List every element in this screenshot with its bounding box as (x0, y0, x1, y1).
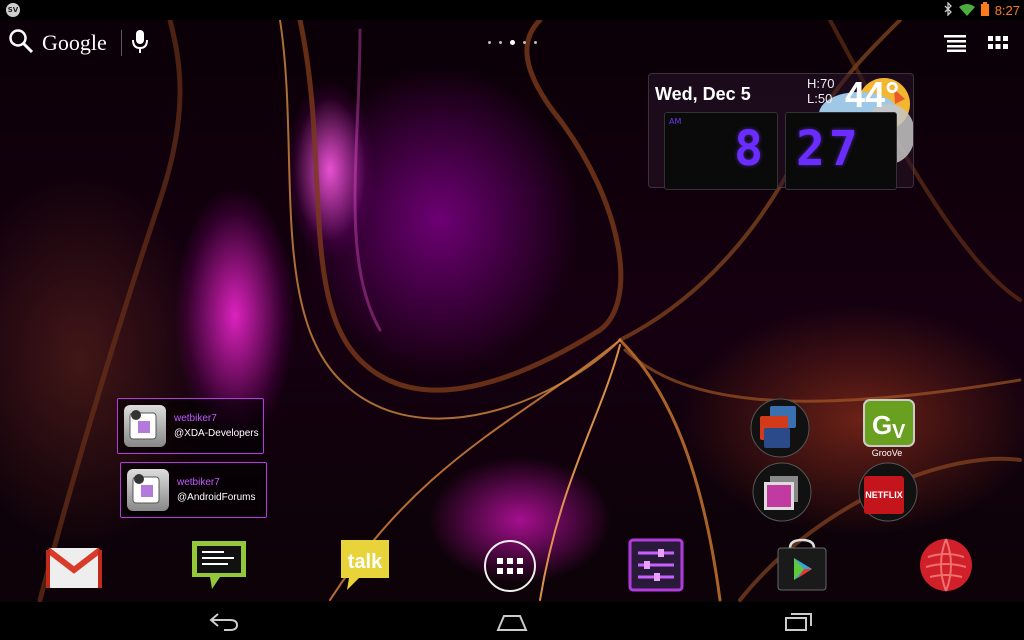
top-right-actions (944, 34, 1008, 56)
battery-icon (980, 1, 989, 20)
page-dot (499, 41, 502, 44)
wifi-icon (958, 1, 975, 20)
sv-badge-icon[interactable]: SV (6, 3, 20, 17)
divider (120, 30, 122, 56)
am-pm-indicator: AM (669, 117, 682, 126)
clock-minute-panel: 27 (785, 112, 897, 190)
clock-hour-panel: AM 8 (664, 112, 778, 190)
svg-text:V: V (892, 421, 906, 443)
back-button[interactable] (208, 610, 240, 636)
search-icon[interactable] (8, 28, 34, 58)
page-dot-active (510, 40, 515, 45)
high-low-temps: H:70 L:50 (807, 76, 834, 106)
home-button[interactable] (496, 610, 528, 636)
google-label[interactable]: Google (42, 30, 107, 56)
mic-icon[interactable] (131, 28, 148, 58)
favorite-handle: @XDA-Developers (174, 428, 259, 439)
favorite-widget-xda[interactable]: wetbiker7 @XDA-Developers (117, 398, 264, 454)
list-icon[interactable] (944, 34, 966, 56)
favorite-user: wetbiker7 (174, 413, 217, 424)
groove-icon[interactable]: G V (862, 398, 918, 454)
favorite-user: wetbiker7 (177, 477, 220, 488)
status-bar: SV 8:27 (0, 0, 1024, 20)
low-temp: L:50 (807, 91, 833, 106)
page-dot (488, 41, 491, 44)
high-temp: H:70 (807, 76, 835, 91)
gmail-icon[interactable] (46, 540, 102, 596)
widget-date: Wed, Dec 5 (655, 84, 751, 104)
forum-app-icon (124, 405, 166, 447)
favorite-handle: @AndroidForums (177, 492, 256, 503)
forum-app-icon (127, 469, 169, 511)
groove-label: GrooVe (871, 448, 903, 458)
page-dot (523, 41, 526, 44)
netflix-icon[interactable]: NETFLIX (858, 462, 918, 522)
clock-hour: 8 (734, 121, 767, 177)
svg-text:G: G (872, 410, 892, 440)
play-store-icon[interactable] (774, 538, 830, 594)
netflix-label: NETFLIX (865, 490, 903, 500)
navigation-bar (0, 602, 1024, 640)
clock-minute: 27 (796, 121, 862, 177)
apps-grid-icon[interactable] (988, 34, 1008, 56)
settings-icon[interactable] (628, 538, 684, 594)
all-apps-icon[interactable] (482, 538, 538, 594)
talk-icon[interactable]: talk (337, 538, 393, 594)
games-folder-icon[interactable] (750, 398, 810, 458)
status-time: 8:27 (994, 2, 1020, 18)
current-temperature: 44° (845, 74, 900, 115)
messaging-icon[interactable] (190, 537, 246, 593)
weather-clock-widget[interactable]: Wed, Dec 5 H:70 L:50 44° AM 8 27 (648, 73, 915, 190)
favorite-widget-androidforums[interactable]: wetbiker7 @AndroidForums (120, 462, 267, 518)
page-dot (534, 41, 537, 44)
bluetooth-icon (943, 0, 953, 20)
google-search-bar[interactable]: Google (8, 28, 148, 58)
recent-apps-button[interactable] (784, 610, 814, 636)
page-indicator (488, 40, 537, 45)
talk-label: talk (348, 551, 383, 573)
browser-icon[interactable] (918, 537, 974, 593)
gallery-icon[interactable] (752, 462, 812, 522)
